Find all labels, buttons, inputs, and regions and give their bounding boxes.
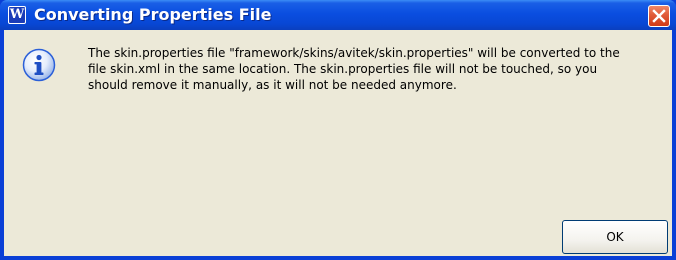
ok-button[interactable]: OK [562, 220, 668, 254]
dialog-body: The skin.properties file "framework/skin… [4, 30, 672, 256]
close-button[interactable] [648, 5, 670, 27]
info-icon [22, 48, 56, 82]
close-icon [652, 9, 666, 23]
title-bar[interactable]: W Converting Properties File [0, 0, 676, 30]
dialog-message: The skin.properties file "framework/skin… [88, 46, 620, 92]
window-title: Converting Properties File [34, 5, 272, 24]
dialog-window: W Converting Properties File The skin.pr… [0, 0, 676, 260]
app-logo-icon: W [8, 6, 26, 24]
